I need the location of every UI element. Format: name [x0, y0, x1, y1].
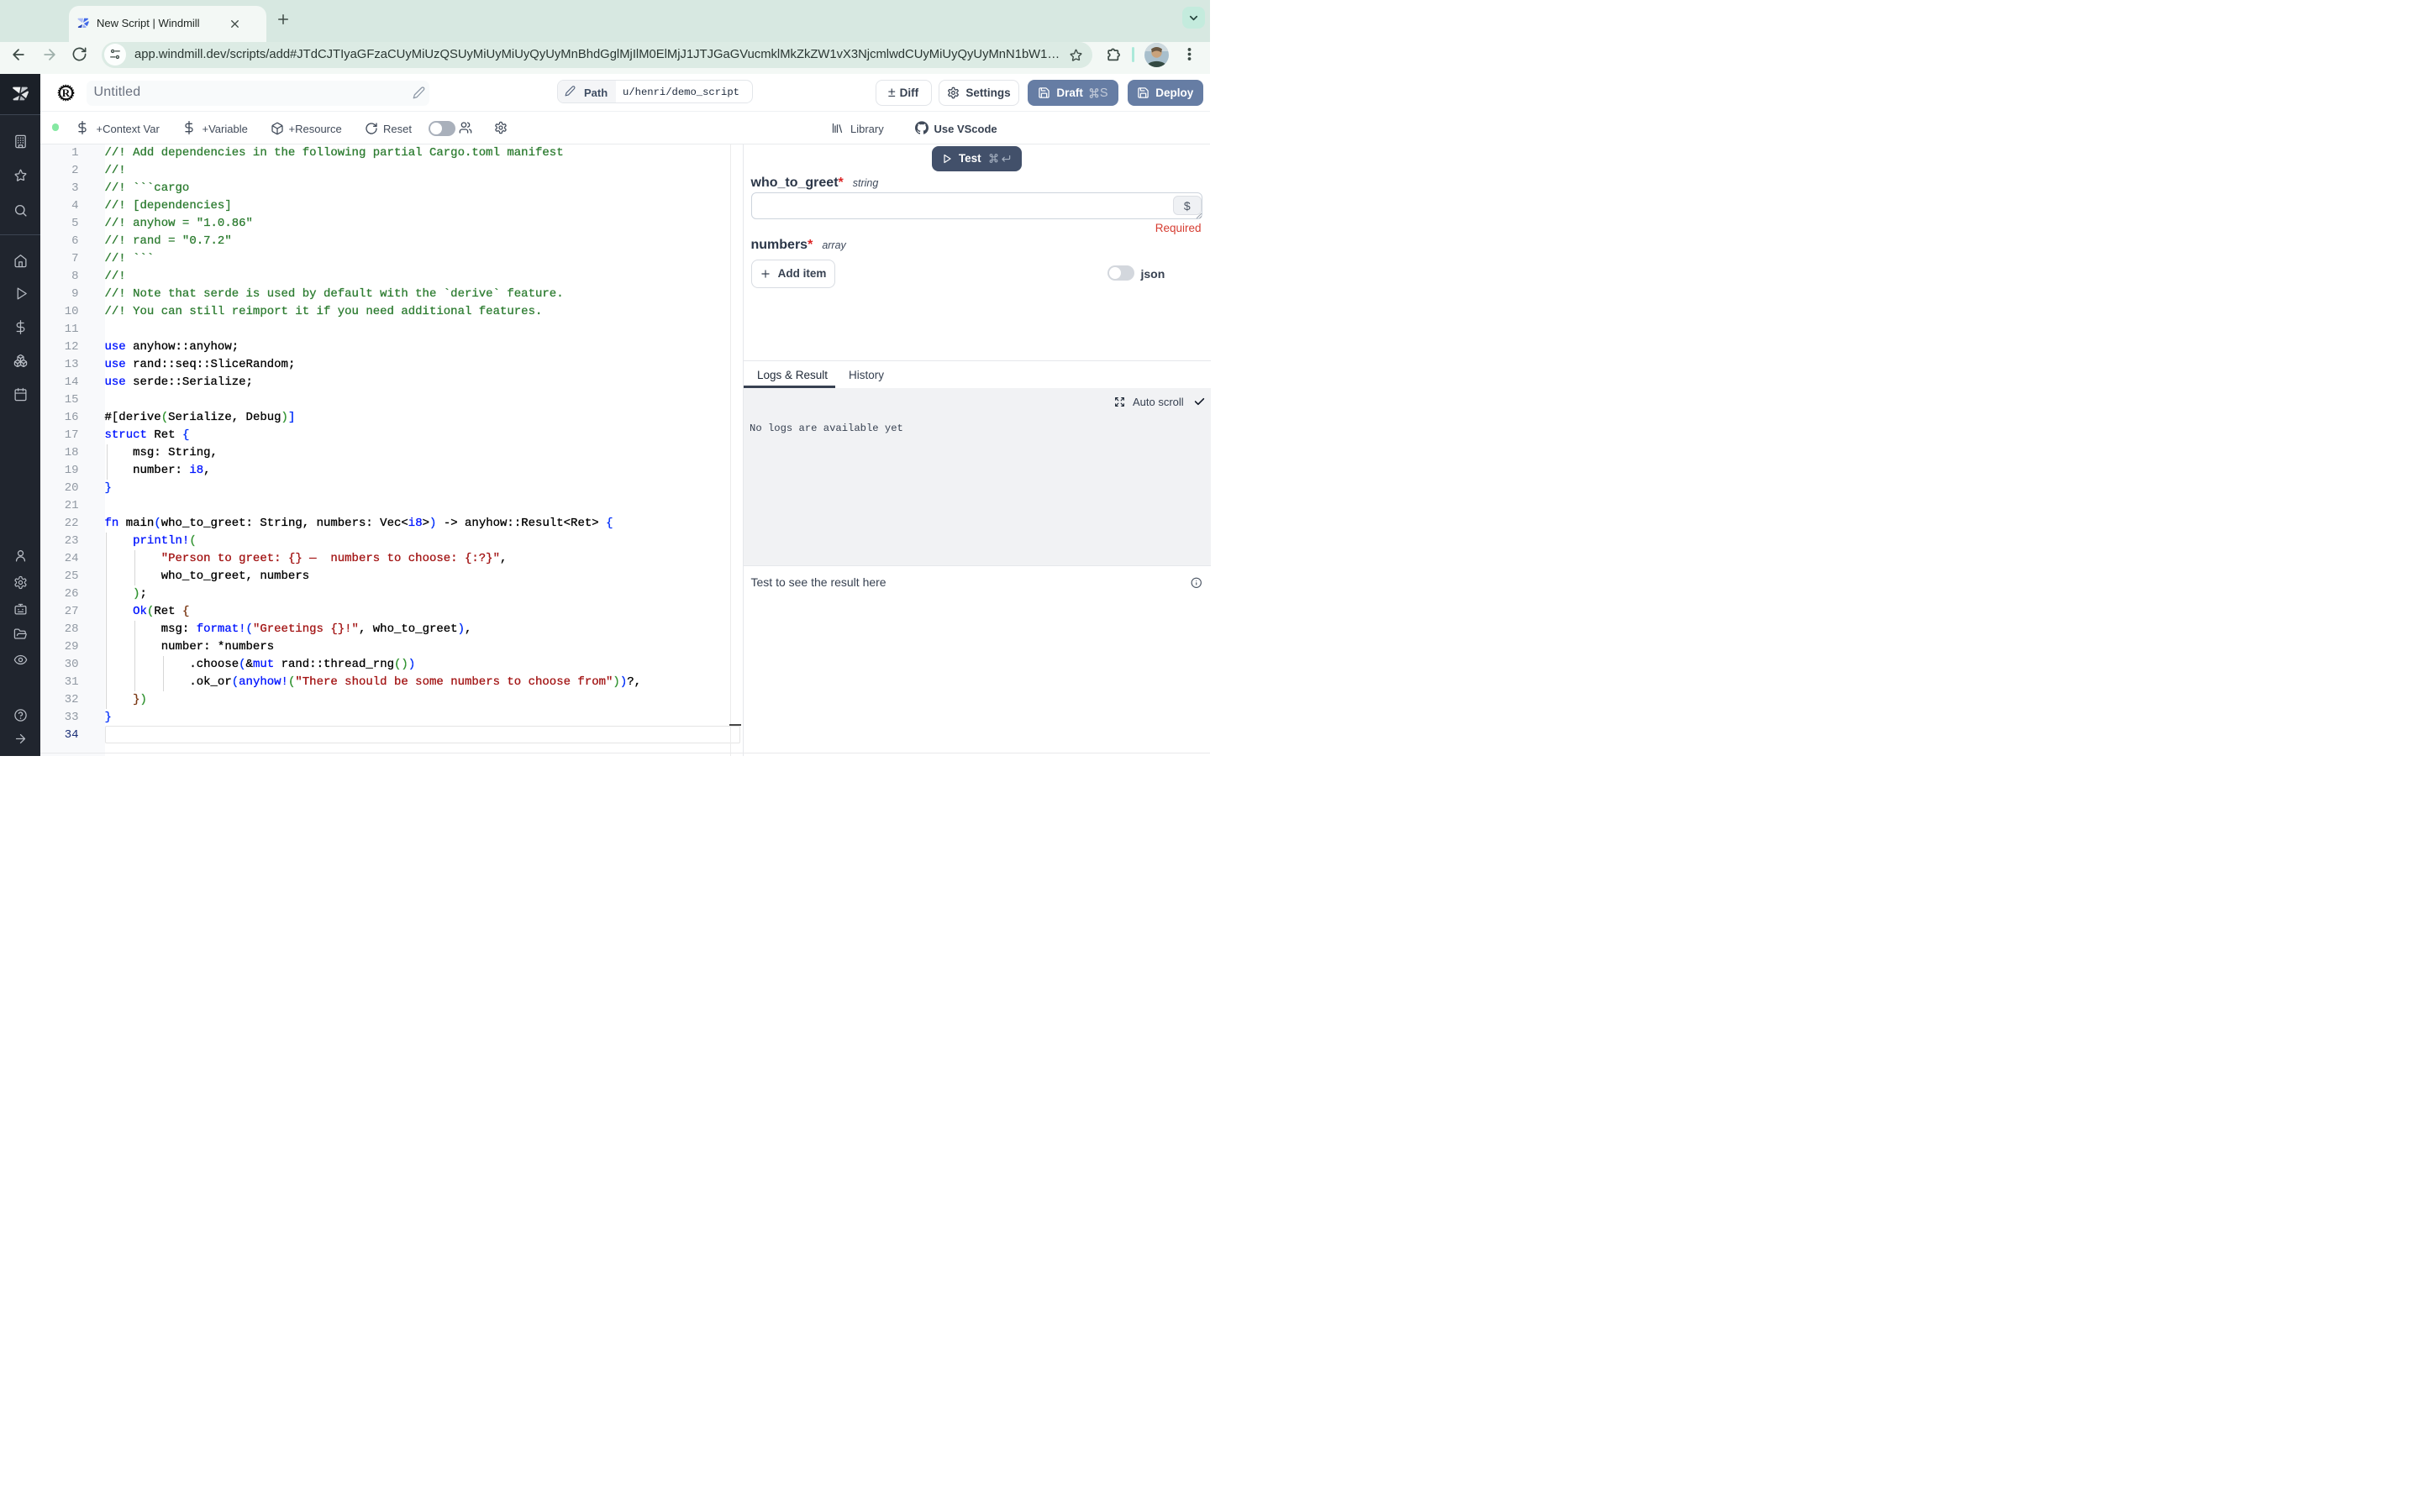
svg-text:R: R: [62, 87, 71, 99]
